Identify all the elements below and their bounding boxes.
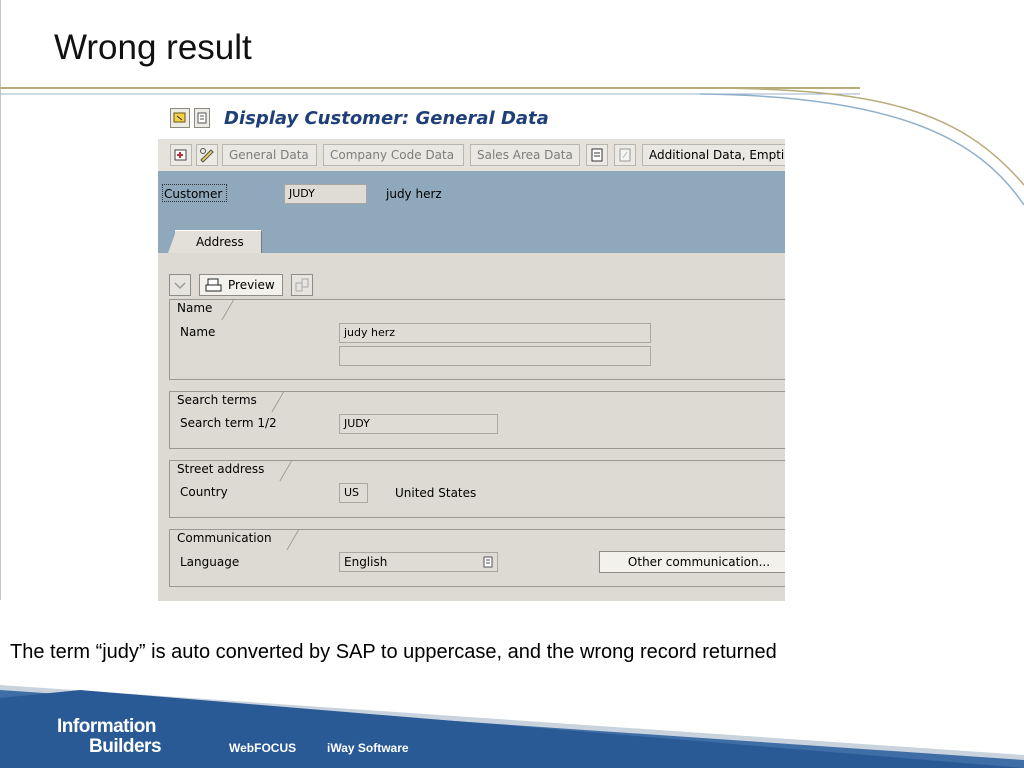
sap-window: Display Customer: General Data General D… (158, 101, 785, 601)
general-data-button[interactable]: General Data (222, 144, 317, 166)
language-select[interactable]: English (339, 552, 498, 572)
name-label: Name (180, 325, 216, 339)
printer-icon (205, 278, 222, 292)
dropdown-icon[interactable] (483, 556, 493, 568)
international-versions-icon[interactable] (291, 274, 313, 296)
search-terms-group: Search terms Search term 1/2 JUDY (169, 391, 785, 449)
sap-window-title: Display Customer: General Data (224, 108, 549, 129)
list-icon[interactable] (194, 108, 210, 128)
collapse-icon[interactable] (169, 274, 191, 296)
sales-area-data-button[interactable]: Sales Area Data (470, 144, 580, 166)
language-label: Language (180, 555, 240, 569)
street-address-group: Street address Country US United States (169, 460, 785, 518)
display-change-icon[interactable] (196, 144, 218, 166)
other-customer-icon[interactable] (170, 144, 192, 166)
customer-name: judy herz (386, 187, 442, 201)
attachment-icon[interactable] (614, 144, 636, 166)
sap-title-bar: Display Customer: General Data (158, 101, 785, 139)
preview-button[interactable]: Preview (199, 274, 283, 296)
slide-caption: The term “judy” is auto converted by SAP… (10, 641, 777, 663)
documents-icon[interactable] (586, 144, 608, 166)
name-field[interactable]: judy herz (339, 323, 651, 343)
country-label: Country (180, 485, 228, 499)
company-code-data-button[interactable]: Company Code Data (323, 144, 464, 166)
menu-icon[interactable] (170, 108, 190, 128)
customer-label: Customer (162, 184, 227, 202)
additional-data-button[interactable]: Additional Data, Empties (642, 144, 785, 166)
search-terms-group-title: Search terms (170, 392, 284, 412)
name2-field[interactable] (339, 346, 651, 366)
street-address-group-title: Street address (170, 461, 292, 481)
logo-builders: Builders (89, 736, 162, 757)
country-code-field[interactable]: US (339, 483, 368, 503)
slide-title: Wrong result (54, 28, 252, 67)
name-group-title: Name (170, 300, 234, 320)
tab-address[interactable]: Address (175, 230, 262, 254)
search-term-label: Search term 1/2 (180, 416, 277, 430)
other-communication-button[interactable]: Other communication... (599, 551, 785, 573)
logo-information: Information (57, 716, 157, 737)
country-name: United States (395, 486, 477, 500)
product-iway: iWay Software (327, 741, 409, 755)
communication-group-title: Communication (170, 530, 299, 550)
preview-label: Preview (228, 278, 275, 292)
search-term-field[interactable]: JUDY (339, 414, 498, 434)
product-webfocus: WebFOCUS (229, 741, 297, 755)
address-tab-panel: Preview Name Name judy herz Search terms… (158, 253, 785, 601)
communication-group: Communication Language English Other com… (169, 529, 785, 587)
name-group: Name Name judy herz (169, 299, 785, 380)
customer-number-field[interactable]: JUDY (284, 184, 367, 204)
sap-toolbar: General Data Company Code Data Sales Are… (158, 139, 785, 171)
language-value: English (344, 555, 388, 569)
